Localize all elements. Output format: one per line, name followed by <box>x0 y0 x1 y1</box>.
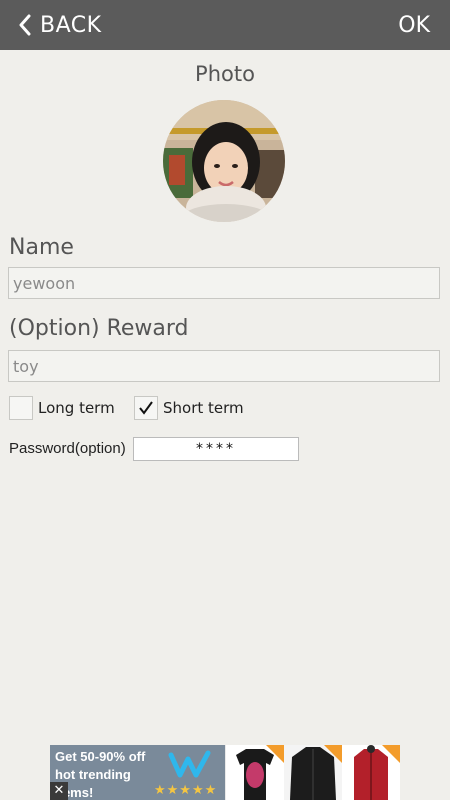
checkmark-icon <box>139 401 153 415</box>
back-button[interactable]: BACK <box>18 0 102 50</box>
reward-input[interactable] <box>8 350 440 382</box>
top-app-bar: BACK OK <box>0 0 450 50</box>
name-input[interactable] <box>8 267 440 299</box>
ad-discount-tag <box>382 745 400 763</box>
photo-label: Photo <box>195 62 255 86</box>
close-icon[interactable]: ✕ <box>50 782 68 800</box>
ad-discount-tag <box>324 745 342 763</box>
ok-button[interactable]: OK <box>398 0 430 50</box>
ad-discount-tag <box>266 745 284 763</box>
name-label: Name <box>9 235 74 260</box>
ad-banner[interactable]: Get 50-90% off hot trending items! ★★★★★… <box>50 745 400 800</box>
password-value: **** <box>196 441 236 457</box>
wish-logo-icon <box>168 750 211 778</box>
password-input[interactable]: **** <box>133 437 299 461</box>
password-label: Password(option) <box>9 440 126 457</box>
profile-photo-image <box>163 100 285 222</box>
chevron-left-icon <box>19 14 31 36</box>
ad-text-panel: Get 50-90% off hot trending items! ★★★★★… <box>50 745 225 800</box>
long-term-checkbox[interactable] <box>9 396 33 420</box>
profile-photo[interactable] <box>163 100 285 222</box>
ad-rating-stars: ★★★★★ <box>154 783 218 798</box>
short-term-checkbox-row[interactable]: Short term <box>134 396 244 420</box>
ad-product-image[interactable] <box>226 745 284 800</box>
long-term-checkbox-row[interactable]: Long term <box>9 396 115 420</box>
back-label: BACK <box>40 12 102 38</box>
ad-text: Get 50-90% off hot trending items! <box>55 749 146 800</box>
long-term-label: Long term <box>38 399 115 417</box>
reward-label: (Option) Reward <box>9 316 189 341</box>
short-term-label: Short term <box>163 399 244 417</box>
ad-product-image[interactable] <box>284 745 342 800</box>
ad-product-image[interactable] <box>342 745 400 800</box>
short-term-checkbox[interactable] <box>134 396 158 420</box>
